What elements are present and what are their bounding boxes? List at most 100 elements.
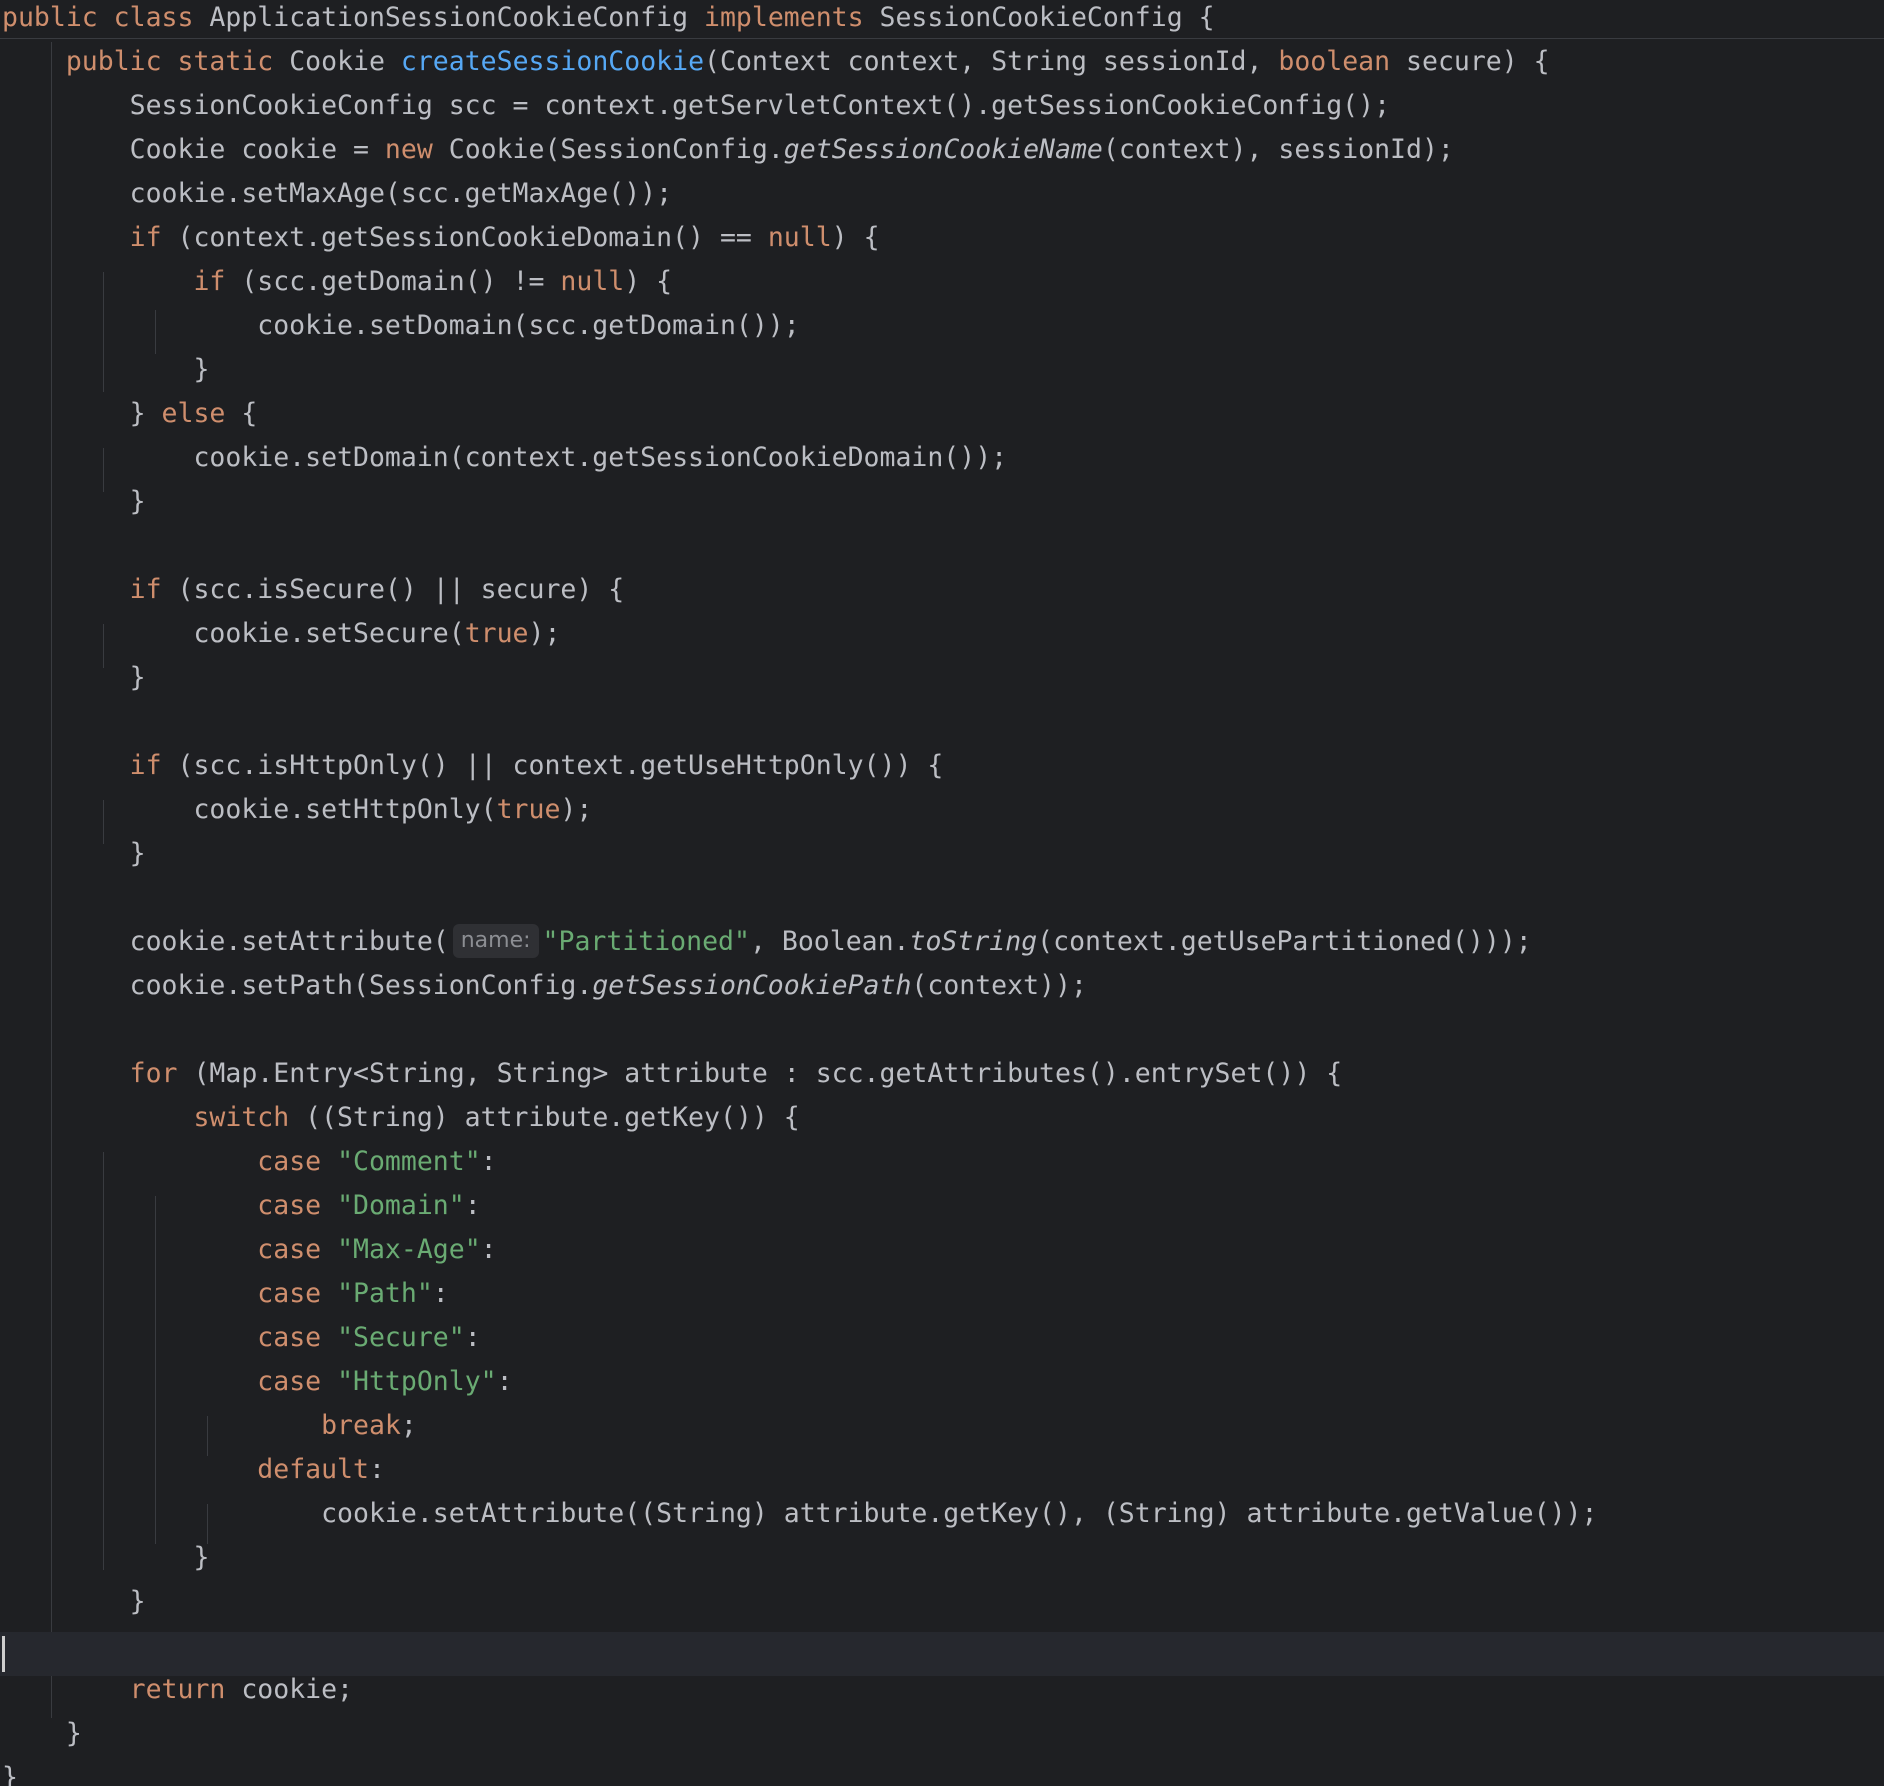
code-line[interactable]: case "Comment": (2, 1140, 497, 1184)
code-line[interactable]: if (scc.isSecure() || secure) { (2, 568, 625, 612)
code-token: ; (400, 1410, 417, 1441)
code-token: null (767, 222, 832, 253)
code-token: null (560, 266, 625, 297)
code-token: SessionCookieConfig { (879, 2, 1215, 33)
code-token: } (2, 838, 146, 869)
code-line[interactable]: cookie.setAttribute((String) attribute.g… (2, 1492, 1597, 1536)
code-line[interactable]: } (2, 656, 146, 700)
code-token: "Secure" (337, 1322, 465, 1353)
code-token: true (496, 794, 561, 825)
code-token: case (257, 1366, 338, 1397)
code-line[interactable]: case "HttpOnly": (2, 1360, 513, 1404)
code-line[interactable]: break; (2, 1404, 417, 1448)
code-token: "Comment" (337, 1146, 481, 1177)
code-token: break (321, 1410, 401, 1441)
code-token: cookie.setHttpOnly( (2, 794, 497, 825)
code-token: (context.getSessionCookieDomain() == (177, 222, 768, 253)
code-token: } (2, 354, 210, 385)
code-token: } (2, 486, 146, 517)
code-line[interactable]: } (2, 1580, 146, 1624)
code-token: (scc.getDomain() != (241, 266, 561, 297)
code-line[interactable]: if (scc.isHttpOnly() || context.getUseHt… (2, 744, 944, 788)
code-token: return (129, 1674, 242, 1705)
code-token: if (129, 750, 178, 781)
code-token: ((String) attribute.getKey()) { (305, 1102, 800, 1133)
code-line[interactable]: } (2, 480, 146, 524)
code-token: case (257, 1322, 338, 1353)
code-token: } (2, 662, 146, 693)
code-token: "HttpOnly" (337, 1366, 497, 1397)
code-token: cookie.setDomain(context.getSessionCooki… (2, 442, 1008, 473)
code-token: : (464, 1190, 481, 1221)
code-line[interactable]: } else { (2, 392, 258, 436)
code-token: else (161, 398, 242, 429)
code-token: : (464, 1322, 481, 1353)
code-token: if (129, 574, 178, 605)
code-token: cookie.setAttribute( (2, 926, 449, 957)
code-line[interactable]: case "Path": (2, 1272, 448, 1316)
code-token: createSessionCookie (400, 46, 705, 77)
code-line[interactable]: case "Domain": (2, 1184, 481, 1228)
code-token: for (129, 1058, 194, 1089)
code-token: public static (65, 46, 290, 77)
code-line[interactable]: cookie.setHttpOnly(true); (2, 788, 592, 832)
code-token: cookie.setAttribute((String) attribute.g… (2, 1498, 1598, 1529)
code-line[interactable]: if (scc.getDomain() != null) { (2, 260, 672, 304)
code-token: (Context context, String sessionId, (704, 46, 1279, 77)
code-token: ApplicationSessionCookieConfig (209, 2, 705, 33)
code-token: case (257, 1146, 338, 1177)
code-line[interactable]: public static Cookie createSessionCookie… (2, 40, 1550, 84)
code-token: cookie.setMaxAge(scc.getMaxAge()); (2, 178, 673, 209)
code-token: { (241, 398, 258, 429)
code-token: ); (528, 618, 561, 649)
code-token: "Domain" (337, 1190, 465, 1221)
code-line[interactable]: SessionCookieConfig scc = context.getSer… (2, 84, 1390, 128)
code-line[interactable]: } (2, 348, 209, 392)
code-line[interactable]: Cookie cookie = new Cookie(SessionConfig… (2, 128, 1454, 172)
code-line[interactable]: if (context.getSessionCookieDomain() == … (2, 216, 880, 260)
code-token: implements (704, 2, 880, 33)
code-line[interactable]: for (Map.Entry<String, String> attribute… (2, 1052, 1343, 1096)
code-token: (scc.isHttpOnly() || context.getUseHttpO… (177, 750, 944, 781)
code-line[interactable]: cookie.setAttribute(name: "Partitioned", … (2, 920, 1532, 964)
code-editor[interactable]: public class ApplicationSessionCookieCon… (0, 0, 1884, 1786)
code-token: ) { (624, 266, 673, 297)
code-token: : (496, 1366, 513, 1397)
code-token: case (257, 1278, 338, 1309)
code-line[interactable]: cookie.setPath(SessionConfig.getSessionC… (2, 964, 1087, 1008)
code-line[interactable]: cookie.setSecure(true); (2, 612, 560, 656)
code-line[interactable]: switch ((String) attribute.getKey()) { (2, 1096, 800, 1140)
code-line[interactable]: public class ApplicationSessionCookieCon… (2, 0, 1215, 40)
code-token: secure) { (1406, 46, 1550, 77)
code-token: default (257, 1454, 369, 1485)
code-line[interactable]: cookie.setDomain(scc.getDomain()); (2, 304, 799, 348)
code-line[interactable]: case "Max-Age": (2, 1228, 496, 1272)
code-token: (context.getUsePartitioned())); (1037, 926, 1532, 957)
code-token: switch (193, 1102, 306, 1133)
code-line[interactable]: cookie.setMaxAge(scc.getMaxAge()); (2, 172, 672, 216)
code-line[interactable]: case "Secure": (2, 1316, 481, 1360)
code-line[interactable]: default: (2, 1448, 385, 1492)
code-token: Cookie (289, 46, 401, 77)
code-line[interactable]: } (2, 832, 146, 876)
code-token: : (480, 1146, 497, 1177)
parameter-hint: name: (452, 923, 539, 958)
code-token: case (257, 1234, 338, 1265)
code-token: "Path" (337, 1278, 433, 1309)
code-line[interactable]: cookie.setDomain(context.getSessionCooki… (2, 436, 1007, 480)
code-line[interactable]: } (2, 1712, 82, 1756)
code-token: } (2, 1542, 210, 1573)
code-line[interactable]: } (2, 1756, 18, 1786)
code-line[interactable]: return cookie; (2, 1668, 353, 1712)
code-line[interactable]: } (2, 1536, 209, 1580)
code-token: new (384, 134, 449, 165)
